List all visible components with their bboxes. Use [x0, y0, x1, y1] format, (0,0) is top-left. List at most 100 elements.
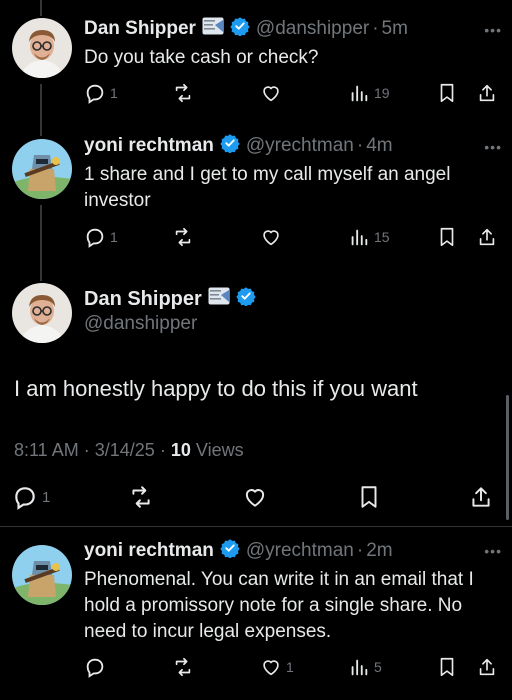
author-handle[interactable]: @danshipper — [256, 18, 369, 40]
author-name[interactable]: yoni rechtman — [84, 135, 214, 157]
retweet-icon — [132, 486, 150, 508]
views-button[interactable]: 5 — [348, 656, 382, 678]
more-icon[interactable]: ••• — [484, 139, 502, 155]
reply-icon — [15, 487, 35, 510]
retweet-icon — [175, 227, 191, 247]
retweet-button[interactable] — [172, 656, 194, 678]
separator-dot: · — [356, 135, 364, 156]
views-count: 5 — [374, 659, 382, 675]
tweet-time[interactable]: 4m — [366, 135, 392, 157]
verified-icon — [220, 538, 240, 564]
reply-button[interactable]: 1 — [84, 82, 118, 104]
tweet-text: 1 share and I get to my call myself an a… — [84, 164, 451, 211]
separator-dot: · — [372, 18, 379, 39]
thread-line — [40, 0, 42, 16]
author-name[interactable]: yoni rechtman — [84, 540, 214, 562]
views-button[interactable]: 15 — [348, 226, 390, 248]
author-name[interactable]: Dan Shipper — [84, 288, 202, 311]
reply-count: 1 — [42, 488, 51, 506]
bookmark-button[interactable] — [436, 82, 458, 104]
views-count: 15 — [374, 229, 390, 245]
more-icon[interactable]: ••• — [484, 22, 502, 38]
bookmark-icon — [440, 83, 454, 103]
affiliate-badge-icon — [202, 17, 224, 41]
like-count: 1 — [286, 659, 294, 675]
tweet-2[interactable]: yoni rechtman @yrechtman · 4m 1 share an… — [84, 133, 502, 214]
reply-icon — [86, 84, 104, 104]
views-icon — [351, 229, 368, 246]
like-button[interactable]: 1 — [260, 656, 294, 678]
bookmark-icon — [440, 227, 454, 247]
reply-count: 1 — [110, 229, 118, 245]
focused-tweet-actions: 1 — [12, 484, 500, 512]
avatar-yoni-rechtman[interactable] — [12, 545, 72, 605]
views-count[interactable]: 10 — [171, 440, 191, 460]
views-label: Views — [195, 440, 244, 460]
thread-line — [40, 84, 42, 136]
heart-icon — [263, 230, 279, 246]
bookmark-button[interactable] — [356, 484, 382, 510]
heart-icon — [263, 660, 279, 676]
tweet-text: Do you take cash or check? — [84, 47, 319, 68]
tweet-meta: 8:11 AM · 3/14/25 · 10 Views — [14, 440, 244, 461]
bookmark-button[interactable] — [436, 656, 458, 678]
separator-dot: · — [159, 440, 166, 460]
divider — [0, 526, 512, 527]
like-button[interactable] — [260, 226, 282, 248]
share-button[interactable] — [468, 484, 494, 510]
share-icon — [479, 228, 495, 246]
reply-button[interactable]: 1 — [84, 226, 118, 248]
tweet-1[interactable]: Dan Shipper @danshipper · 5m Do you take… — [84, 16, 502, 71]
bookmark-icon — [361, 486, 377, 508]
views-icon — [351, 85, 368, 102]
bookmark-button[interactable] — [436, 226, 458, 248]
reply-button[interactable]: 1 — [12, 484, 50, 510]
like-button[interactable] — [260, 82, 282, 104]
more-icon[interactable]: ••• — [484, 543, 502, 559]
author-handle[interactable]: @yrechtman — [246, 540, 354, 562]
affiliate-badge-icon — [208, 287, 230, 311]
author-handle[interactable]: @yrechtman — [246, 135, 354, 157]
like-button[interactable] — [242, 484, 268, 510]
retweet-button[interactable] — [172, 82, 194, 104]
share-icon — [479, 658, 495, 676]
share-button[interactable] — [476, 226, 498, 248]
reply-count: 1 — [110, 85, 118, 101]
bookmark-icon — [440, 657, 454, 677]
tweet-time[interactable]: 2m — [366, 540, 392, 562]
avatar-yoni-rechtman[interactable] — [12, 139, 72, 199]
views-icon — [351, 659, 368, 676]
tweet-time[interactable]: 8:11 AM — [14, 440, 79, 460]
separator-dot: · — [83, 440, 90, 460]
focused-tweet-text: I am honestly happy to do this if you wa… — [14, 376, 418, 401]
verified-icon — [220, 133, 240, 159]
avatar-dan-shipper[interactable] — [12, 18, 72, 78]
retweet-icon — [175, 657, 191, 677]
tweet-actions: 1 19 — [84, 82, 500, 106]
share-button[interactable] — [476, 656, 498, 678]
reply-icon — [86, 658, 104, 678]
retweet-button[interactable] — [172, 226, 194, 248]
retweet-button[interactable] — [128, 484, 154, 510]
share-icon — [479, 84, 495, 102]
focused-tweet-header[interactable]: Dan Shipper @danshipper — [84, 286, 502, 335]
reply-button[interactable] — [84, 656, 106, 678]
author-handle[interactable]: @danshipper — [84, 313, 502, 335]
reply-tweet[interactable]: yoni rechtman @yrechtman · 2m Phenomenal… — [84, 538, 502, 645]
avatar-dan-shipper[interactable] — [12, 283, 72, 343]
heart-icon — [245, 489, 265, 507]
share-icon — [472, 487, 490, 507]
reply-icon — [86, 228, 104, 248]
tweet-date[interactable]: 3/14/25 — [95, 440, 155, 460]
tweet-actions: 1 15 — [84, 226, 500, 250]
verified-icon — [230, 16, 250, 42]
views-count: 19 — [374, 85, 390, 101]
author-name[interactable]: Dan Shipper — [84, 18, 196, 40]
views-button[interactable]: 19 — [348, 82, 390, 104]
reply-actions: 1 5 — [84, 656, 500, 680]
share-button[interactable] — [476, 82, 498, 104]
scrollbar[interactable] — [506, 395, 509, 520]
thread-line — [40, 205, 42, 281]
separator-dot: · — [356, 540, 364, 561]
tweet-time[interactable]: 5m — [382, 18, 408, 40]
